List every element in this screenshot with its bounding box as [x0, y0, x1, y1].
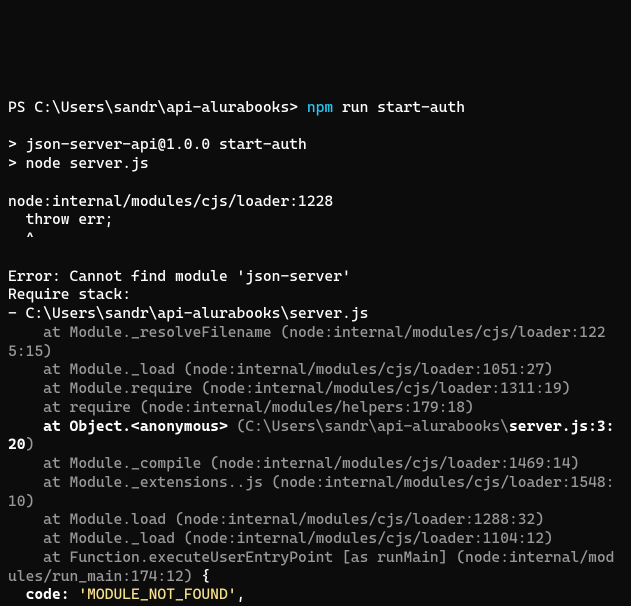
- loader-source: node:internal/modules/cjs/loader:1228: [8, 192, 333, 210]
- stack-line: at Module._load (node:internal/modules/c…: [8, 360, 553, 378]
- script-line: > json-server-api@1.0.0 start-auth: [8, 135, 307, 153]
- code-value: 'MODULE_NOT_FOUND': [78, 585, 236, 603]
- requirestack-key: requireStack:: [8, 604, 140, 606]
- stack-line-focus-path: (C:\Users\sandr\api-alurabooks\: [237, 417, 509, 435]
- caret-line: ^: [8, 229, 34, 247]
- brace-open: {: [193, 567, 211, 585]
- stack-line: at Module._extensions..js (node:internal…: [8, 473, 614, 510]
- stack-line: at require (node:internal/modules/helper…: [8, 398, 474, 416]
- requirestack-value: 'C:\\Users\\sandr\\api-alurabooks\\serve…: [166, 604, 562, 606]
- stack-line-focus-close: ): [26, 435, 35, 453]
- stack-line-focus-prefix: at Object.<anonymous>: [8, 417, 237, 435]
- cmd-highlight: npm: [307, 98, 333, 116]
- stack-line: at Module._compile (node:internal/module…: [8, 454, 579, 472]
- require-stack-item: - C:\Users\sandr\api-alurabooks\server.j…: [8, 304, 368, 322]
- comma: ,: [237, 585, 246, 603]
- stack-line: at Module._resolveFilename (node:interna…: [8, 323, 606, 360]
- stack-line: at Function.executeUserEntryPoint [as ru…: [8, 548, 614, 585]
- throw-line: throw err;: [8, 210, 113, 228]
- require-stack-label: Require stack:: [8, 285, 131, 303]
- script-line: > node server.js: [8, 154, 149, 172]
- bracket-close: ]: [562, 604, 580, 606]
- code-key: code:: [8, 585, 78, 603]
- stack-line: at Module.load (node:internal/modules/cj…: [8, 510, 544, 528]
- stack-line: at Module.require (node:internal/modules…: [8, 379, 571, 397]
- terminal-output[interactable]: PS C:\Users\sandr\api-alurabooks> npm ru…: [0, 94, 631, 606]
- bracket-open: [: [140, 604, 166, 606]
- error-heading: Error: Cannot find module 'json-server': [8, 267, 351, 285]
- prompt-prefix: PS C:\Users\sandr\api-alurabooks>: [8, 98, 307, 116]
- stack-line: at Module._load (node:internal/modules/c…: [8, 529, 553, 547]
- cmd-rest: run start-auth: [333, 98, 465, 116]
